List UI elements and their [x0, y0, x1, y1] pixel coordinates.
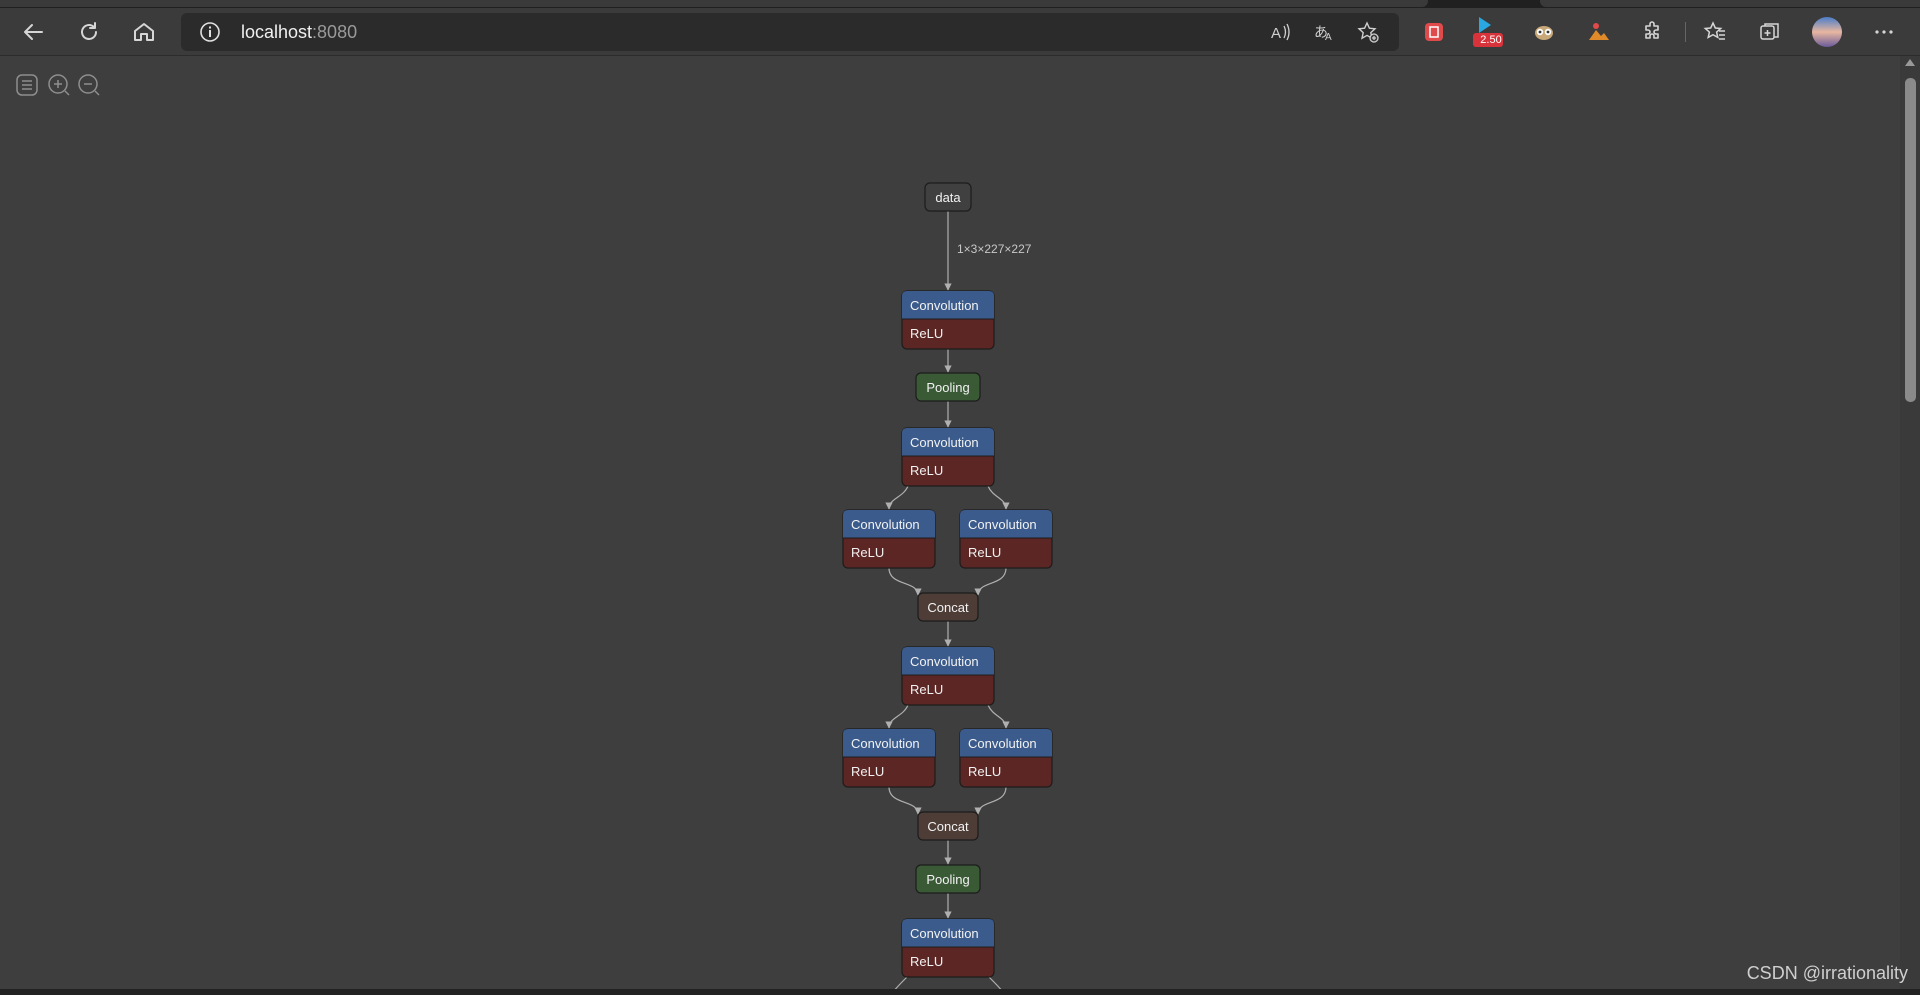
node-label: Convolution — [910, 654, 979, 669]
graph-edge — [885, 704, 909, 729]
node-sublabel: ReLU — [910, 326, 943, 341]
graph-edge — [888, 786, 922, 815]
svg-text:A: A — [1271, 25, 1281, 42]
node-sublabel: ReLU — [910, 463, 943, 478]
node-label: Convolution — [968, 736, 1037, 751]
toolbar-divider — [1685, 22, 1686, 42]
extension-landscape-icon[interactable] — [1580, 13, 1618, 51]
graph-node-pool[interactable]: Pooling — [915, 864, 981, 894]
graph-node-conv[interactable]: Convolution ReLU — [901, 427, 995, 487]
node-label: Pooling — [926, 380, 969, 395]
node-label: Concat — [927, 600, 969, 615]
edge-shape-label: 1×3×227×227 — [957, 242, 1032, 256]
scroll-up-arrow[interactable] — [1905, 59, 1915, 66]
graph-node-conv[interactable]: Convolution ReLU — [959, 509, 1053, 569]
url-host: localhost — [241, 22, 313, 42]
node-label: Pooling — [926, 872, 969, 887]
graph-node-conv[interactable]: Convolution ReLU — [901, 290, 995, 350]
graph-edge — [987, 704, 1010, 729]
node-sublabel: ReLU — [968, 764, 1001, 779]
more-menu-icon[interactable] — [1865, 13, 1903, 51]
add-favorite-icon[interactable] — [1357, 21, 1379, 43]
graph-edge — [974, 567, 1007, 596]
graph-edge — [888, 567, 922, 596]
graph-node-pool[interactable]: Pooling — [915, 372, 981, 402]
node-sublabel: ReLU — [910, 682, 943, 697]
extension-red-icon[interactable] — [1415, 13, 1453, 51]
sidebar-menu-icon[interactable] — [15, 73, 39, 97]
graph-edge — [894, 976, 908, 989]
node-label: Convolution — [851, 736, 920, 751]
url-text[interactable]: localhost:8080 — [241, 22, 357, 43]
graph-viewer[interactable]: 1×3×227×227 data Convolution ReLU Pooling Con… — [0, 56, 1900, 989]
node-label: Convolution — [910, 435, 979, 450]
extension-badge-text: 2.50 — [1480, 34, 1502, 46]
graph-edge — [885, 485, 909, 510]
graph-node-concat[interactable]: Concat — [917, 592, 979, 622]
zoom-in-icon[interactable] — [47, 73, 71, 97]
graph-edge — [987, 485, 1010, 510]
browser-toolbar: localhost:8080 A あA 2.50 — [0, 8, 1920, 56]
model-graph[interactable]: 1×3×227×227 data Convolution ReLU Pooling Con… — [0, 56, 1900, 989]
address-bar[interactable]: localhost:8080 A あA — [181, 13, 1399, 51]
graph-edge — [988, 976, 1002, 989]
node-sublabel: ReLU — [910, 954, 943, 969]
graph-node-conv[interactable]: Convolution ReLU — [901, 646, 995, 706]
extension-badge-icon[interactable]: 2.50 — [1469, 13, 1507, 51]
graph-edge — [974, 786, 1007, 815]
extension-owl-icon[interactable] — [1525, 13, 1563, 51]
favorites-icon[interactable] — [1696, 13, 1734, 51]
node-label: Convolution — [851, 517, 920, 532]
node-sublabel: ReLU — [968, 545, 1001, 560]
extensions-puzzle-icon[interactable] — [1634, 13, 1672, 51]
node-label: Convolution — [910, 926, 979, 941]
graph-node-conv[interactable]: Convolution ReLU — [842, 509, 936, 569]
node-sublabel: ReLU — [851, 545, 884, 560]
zoom-out-icon[interactable] — [77, 73, 101, 97]
graph-node-input[interactable]: data — [924, 182, 972, 212]
node-sublabel: ReLU — [851, 764, 884, 779]
tab-strip-right[interactable] — [1540, 0, 1920, 7]
home-icon[interactable] — [125, 13, 163, 51]
profile-avatar[interactable] — [1808, 13, 1846, 51]
site-info-icon[interactable] — [199, 21, 221, 43]
read-aloud-icon[interactable]: A — [1269, 21, 1291, 43]
scrollbar-thumb[interactable] — [1905, 78, 1916, 402]
vertical-scrollbar[interactable] — [1900, 56, 1920, 989]
tab-strip — [0, 0, 1920, 8]
refresh-icon[interactable] — [70, 13, 108, 51]
bottom-bar — [0, 989, 1920, 995]
active-tab-strip[interactable] — [0, 0, 1428, 7]
node-label: Convolution — [968, 517, 1037, 532]
collections-icon[interactable] — [1751, 13, 1789, 51]
watermark-text: CSDN @irrationality — [1746, 963, 1908, 983]
graph-node-concat[interactable]: Concat — [917, 811, 979, 841]
translate-icon[interactable]: あA — [1313, 21, 1335, 43]
graph-node-conv[interactable]: Convolution ReLU — [842, 728, 936, 788]
node-label: Convolution — [910, 298, 979, 313]
node-label: Concat — [927, 819, 969, 834]
graph-node-conv[interactable]: Convolution ReLU — [959, 728, 1053, 788]
svg-text:A: A — [1325, 32, 1332, 43]
back-icon[interactable] — [15, 13, 53, 51]
graph-node-conv[interactable]: Convolution ReLU — [901, 918, 995, 978]
node-label: data — [935, 190, 961, 205]
url-port: :8080 — [312, 22, 358, 42]
